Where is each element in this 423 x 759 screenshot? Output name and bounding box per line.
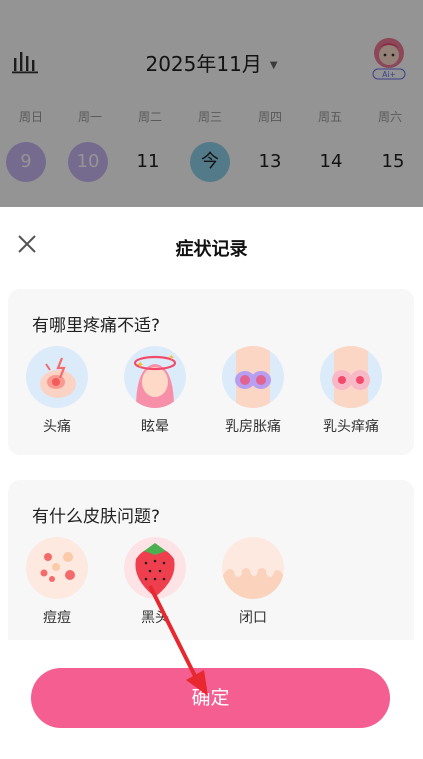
section-title: 有什么皮肤问题? — [32, 507, 161, 527]
dizziness-icon: ✦ ✦ — [124, 346, 186, 408]
option-acne[interactable]: 痘痘 — [17, 537, 97, 627]
svg-text:✦: ✦ — [168, 353, 175, 362]
acne-icon — [26, 537, 88, 599]
option-headache[interactable]: 头痛 — [17, 346, 97, 436]
section-title: 有哪里疼痛不适? — [32, 316, 161, 336]
skin-section: 有什么皮肤问题? 痘痘 黑头 闭口 — [8, 480, 414, 640]
pain-section: 有哪里疼痛不适? 头痛 ✦ ✦ 眩晕 乳房胀痛 乳头痒痛 — [8, 289, 414, 455]
modal-overlay[interactable] — [0, 0, 423, 215]
closed-comedone-icon — [222, 537, 284, 599]
option-nipple-itch[interactable]: 乳头痒痛 — [311, 346, 391, 436]
option-dizziness[interactable]: ✦ ✦ 眩晕 — [115, 346, 195, 436]
calendar-background: 2025年11月 ▼ Ai+ 周日 周一 周二 周三 周四 周五 周六 9 10 … — [0, 0, 423, 215]
blackhead-strawberry-icon — [124, 537, 186, 599]
svg-text:✦: ✦ — [136, 360, 144, 371]
headache-icon — [26, 346, 88, 408]
option-blackhead[interactable]: 黑头 — [115, 537, 195, 627]
confirm-button[interactable]: 确定 — [31, 668, 390, 728]
symptom-record-sheet: 症状记录 有哪里疼痛不适? 头痛 ✦ ✦ 眩晕 乳房胀痛 乳头痒痛 有什么皮肤问… — [0, 207, 423, 759]
option-closed-comedone[interactable]: 闭口 — [213, 537, 293, 627]
option-label: 痘痘 — [43, 610, 71, 626]
option-breast-swelling[interactable]: 乳房胀痛 — [213, 346, 293, 436]
sheet-title: 症状记录 — [175, 239, 248, 260]
option-label: 黑头 — [141, 610, 169, 626]
breast-swelling-icon — [222, 346, 284, 408]
option-label: 乳头痒痛 — [323, 419, 379, 435]
option-label: 乳房胀痛 — [225, 419, 281, 435]
option-label: 眩晕 — [141, 419, 169, 435]
option-label: 头痛 — [43, 419, 71, 435]
nipple-itch-icon — [320, 346, 382, 408]
option-label: 闭口 — [239, 610, 267, 626]
